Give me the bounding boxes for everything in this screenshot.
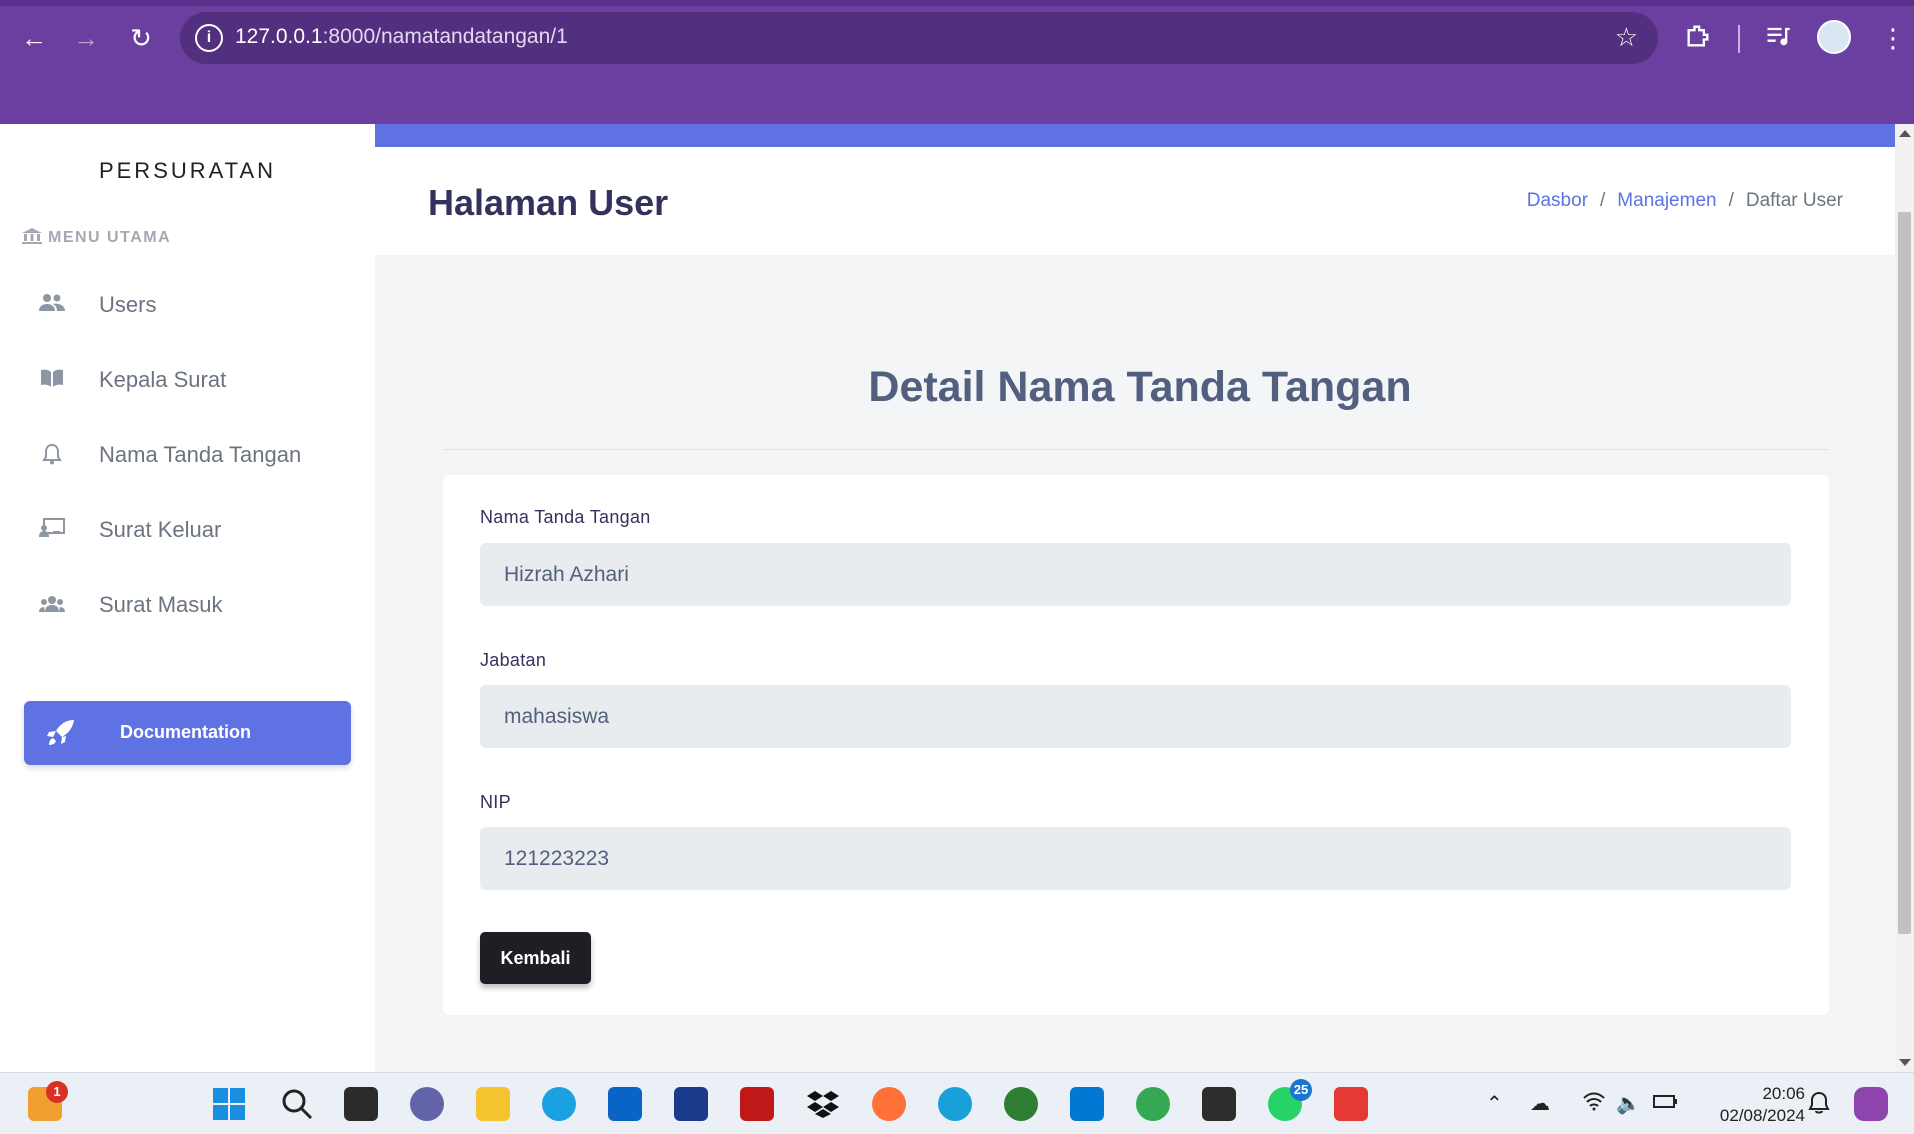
sidebar-item-label: Users xyxy=(99,292,157,317)
wifi-icon[interactable] xyxy=(1582,1091,1606,1117)
terminal-icon[interactable] xyxy=(1202,1087,1236,1121)
kembali-button[interactable]: Kembali xyxy=(480,932,591,984)
sidebar-item-label: Nama Tanda Tangan xyxy=(99,442,302,467)
nip-label: NIP xyxy=(480,792,511,812)
reload-icon[interactable]: ↻ xyxy=(125,22,157,54)
breadcrumb-current: Daftar User xyxy=(1745,190,1843,211)
sidebar-item-label: Surat Masuk xyxy=(99,592,223,617)
scroll-up-arrow-icon[interactable] xyxy=(1899,130,1911,137)
toolbar-divider xyxy=(1738,25,1740,53)
chrome-icon[interactable] xyxy=(1136,1087,1170,1121)
bookmark-star-icon[interactable]: ☆ xyxy=(1615,22,1638,53)
brand-title: PERSURATAN xyxy=(98,158,277,183)
notification-badge: 1 xyxy=(46,1081,68,1103)
clock-time: 20:06 xyxy=(1762,1084,1805,1103)
page-scrollbar[interactable] xyxy=(1895,124,1914,1072)
page-title: Halaman User xyxy=(428,182,669,223)
chevron-up-icon[interactable]: ⌃ xyxy=(1486,1091,1503,1116)
windows-start-icon[interactable] xyxy=(212,1087,246,1121)
section-title: Detail Nama Tanda Tangan xyxy=(868,363,1412,411)
sidebar-item-users[interactable]: Users xyxy=(0,275,375,335)
file-explorer-icon[interactable] xyxy=(476,1087,510,1121)
tab-strip xyxy=(0,0,1914,6)
back-arrow-icon[interactable]: ← xyxy=(18,22,50,54)
detail-card: Nama Tanda Tangan Jabatan NIP Kembali xyxy=(443,475,1829,1015)
forward-arrow-icon[interactable]: → xyxy=(70,22,102,54)
extensions-icon[interactable] xyxy=(1684,22,1712,57)
firefox-icon[interactable] xyxy=(872,1087,906,1121)
rocket-icon xyxy=(46,719,76,747)
sidebar: PERSURATAN MENU UTAMA Users Kepala Surat… xyxy=(0,124,375,1072)
breadcrumb-separator: / xyxy=(1728,190,1734,211)
task-view-icon[interactable] xyxy=(344,1087,378,1121)
copilot-icon[interactable] xyxy=(1854,1087,1888,1121)
sidebar-item-label: Surat Keluar xyxy=(99,517,222,542)
snipping-tool-icon[interactable] xyxy=(1334,1087,1368,1121)
hs-app-icon[interactable] xyxy=(1004,1087,1038,1121)
sidebar-item-kepala-surat[interactable]: Kepala Surat xyxy=(0,350,375,410)
mcafee-icon[interactable] xyxy=(740,1087,774,1121)
menu-kebab-icon[interactable]: ⋮ xyxy=(1880,22,1906,54)
volume-icon[interactable]: 🔈 xyxy=(1616,1091,1641,1116)
l-app-icon[interactable] xyxy=(674,1087,708,1121)
top-accent-bar xyxy=(375,124,1895,147)
dropbox-icon[interactable] xyxy=(806,1087,840,1121)
browser-toolbar: ← → ↻ i 127.0.0.1:8000/namatandatangan/1… xyxy=(0,0,1914,124)
clock-date: 02/08/2024 xyxy=(1719,1106,1805,1125)
notification-bell-icon[interactable] xyxy=(1808,1091,1830,1121)
profile-avatar[interactable] xyxy=(1817,20,1851,54)
breadcrumb-link-manajemen[interactable]: Manajemen xyxy=(1617,190,1716,211)
vscode-icon[interactable] xyxy=(1070,1087,1104,1121)
breadcrumb-separator: / xyxy=(1600,190,1606,211)
sidebar-item-surat-keluar[interactable]: Surat Keluar xyxy=(0,500,375,560)
scroll-down-arrow-icon[interactable] xyxy=(1899,1059,1911,1066)
sidebar-item-nama-tanda-tangan[interactable]: Nama Tanda Tangan xyxy=(0,425,375,485)
url-text[interactable]: 127.0.0.1:8000/namatandatangan/1 xyxy=(235,25,568,49)
sidebar-item-label: Kepala Surat xyxy=(99,367,227,392)
edge-browser-icon[interactable] xyxy=(542,1087,576,1121)
divider xyxy=(443,449,1829,450)
teams-chat-icon[interactable] xyxy=(410,1087,444,1121)
bell-icon xyxy=(38,443,66,467)
site-info-icon[interactable]: i xyxy=(195,24,223,52)
users-icon xyxy=(38,293,66,317)
jabatan-field[interactable] xyxy=(480,685,1791,748)
page-header: Halaman User Dasbor / Manajemen / Daftar Use… xyxy=(375,147,1895,255)
menu-heading: MENU UTAMA xyxy=(22,228,171,247)
breadcrumb: Dasbor / Manajemen / Daftar User xyxy=(1527,190,1843,212)
windows-taskbar: 1 25 ⌃ ☁ 🔈 20:06 02/08/2024 xyxy=(0,1072,1914,1134)
nip-field[interactable] xyxy=(480,827,1791,890)
chalkboard-icon xyxy=(38,518,66,542)
search-icon[interactable] xyxy=(280,1087,314,1121)
onedrive-cloud-icon[interactable]: ☁ xyxy=(1530,1091,1550,1116)
book-icon xyxy=(38,368,66,392)
documentation-button[interactable]: Documentation xyxy=(24,701,351,765)
bird-app-icon[interactable] xyxy=(938,1087,972,1121)
nama-tanda-tangan-label: Nama Tanda Tangan xyxy=(480,507,651,527)
breadcrumb-link-dasbor[interactable]: Dasbor xyxy=(1527,190,1588,211)
system-clock[interactable]: 20:06 02/08/2024 xyxy=(1690,1083,1805,1127)
documentation-label: Documentation xyxy=(120,722,252,742)
scroll-thumb[interactable] xyxy=(1898,212,1911,934)
battery-icon[interactable] xyxy=(1652,1091,1678,1117)
address-bar[interactable]: i 127.0.0.1:8000/namatandatangan/1 ☆ xyxy=(180,12,1658,64)
sidebar-item-surat-masuk[interactable]: Surat Masuk xyxy=(0,575,375,635)
nama-tanda-tangan-field[interactable] xyxy=(480,543,1791,606)
jabatan-label: Jabatan xyxy=(480,650,547,670)
whatsapp-badge: 25 xyxy=(1290,1079,1312,1101)
main-content: Detail Nama Tanda Tangan Nama Tanda Tang… xyxy=(375,255,1895,1072)
bank-icon xyxy=(22,228,42,244)
microsoft-store-icon[interactable] xyxy=(608,1087,642,1121)
group-icon xyxy=(38,593,66,617)
media-control-icon[interactable] xyxy=(1764,22,1792,57)
